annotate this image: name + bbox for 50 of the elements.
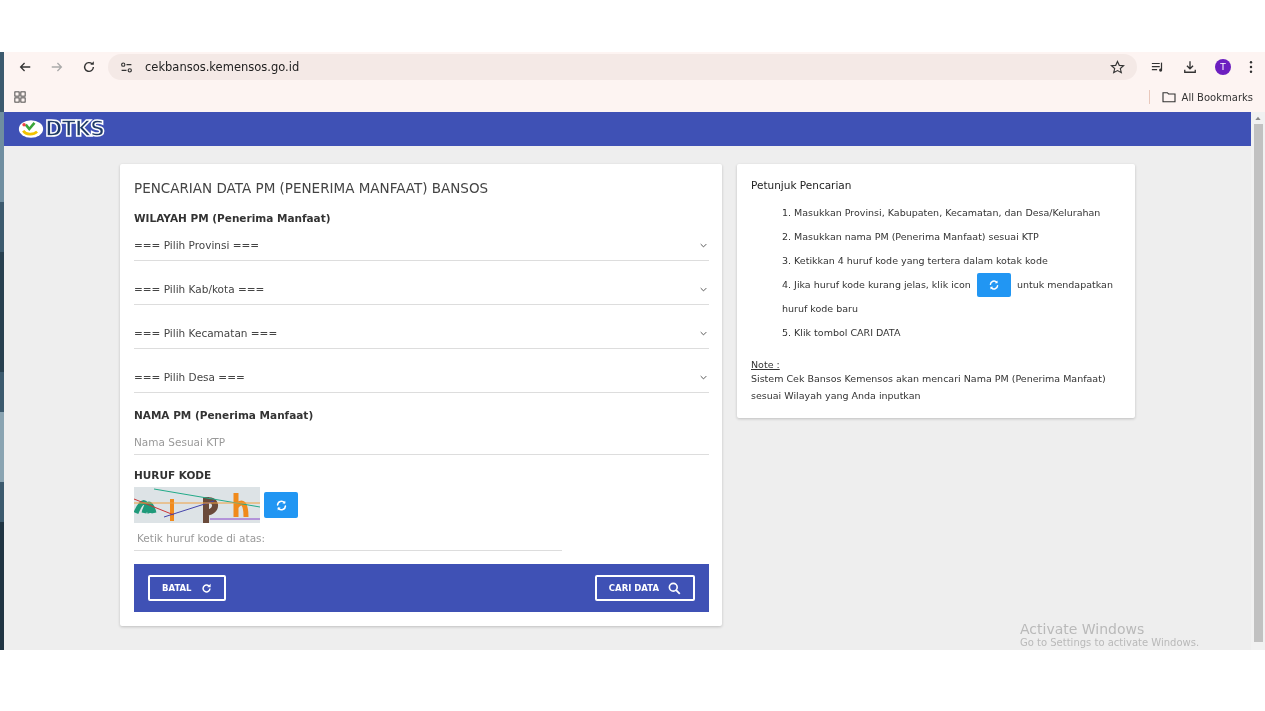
section-label: WILAYAH PM (Penerima Manfaat) bbox=[134, 212, 332, 224]
name-input[interactable]: Nama Sesuai KTP bbox=[134, 429, 709, 455]
bookmarks-button[interactable]: All Bookmarks bbox=[1161, 91, 1253, 103]
logo-icon bbox=[18, 119, 44, 139]
chevron-icon bbox=[700, 286, 707, 292]
select-field[interactable]: === Pilih Kab/kota === bbox=[134, 274, 709, 305]
folder-icon bbox=[1161, 91, 1176, 103]
section-label: HURUF KODE bbox=[134, 469, 213, 481]
code-input[interactable]: Ketik huruf kode di atas: bbox=[134, 525, 562, 551]
scroll-thumb[interactable] bbox=[1253, 124, 1263, 642]
step-text: huruf kode baru bbox=[781, 302, 858, 316]
star-icon[interactable] bbox=[1110, 59, 1125, 75]
step-text: 5. Klik tombol CARI DATA bbox=[782, 326, 901, 340]
chevron-icon bbox=[700, 242, 707, 248]
step-text: 1. Masukkan Provinsi, Kabupaten, Kecamatan, dan Desa/Kelurahan bbox=[782, 206, 1101, 220]
refresh-button[interactable] bbox=[264, 492, 298, 518]
profile-avatar[interactable]: T bbox=[1215, 59, 1231, 75]
cancel-button[interactable]: BATAL bbox=[148, 575, 226, 601]
select-field[interactable]: === Pilih Desa === bbox=[134, 362, 709, 393]
download-icon[interactable] bbox=[1183, 60, 1197, 74]
help-title: Petunjuk Pencarian bbox=[751, 179, 853, 191]
apps-icon[interactable] bbox=[14, 91, 26, 103]
refresh-icon bbox=[987, 279, 1000, 291]
url-text: cekbansos.kemensos.go.id bbox=[145, 60, 300, 74]
section-label: NAMA PM (Penerima Manfaat) bbox=[134, 409, 315, 421]
logo-text: DTKS bbox=[45, 117, 105, 141]
search-icon bbox=[668, 581, 681, 595]
chevron-icon bbox=[700, 374, 707, 380]
step-text: 2. Masukkan nama PM (Penerima Manfaat) sesuai KTP bbox=[782, 230, 1039, 244]
refresh-icon bbox=[200, 582, 212, 594]
refresh-button[interactable] bbox=[976, 273, 1011, 297]
select-field[interactable]: === Pilih Kecamatan === bbox=[134, 318, 709, 349]
refresh-icon bbox=[274, 498, 288, 512]
scrollbar[interactable] bbox=[1251, 112, 1265, 650]
step-text: 3. Ketikkan 4 huruf kode yang tertera dalam kotak kode bbox=[782, 254, 1048, 268]
media-icon[interactable] bbox=[1151, 60, 1165, 74]
step-text: untuk mendapatkan bbox=[1016, 278, 1113, 292]
reload-icon[interactable] bbox=[82, 60, 96, 74]
menu-icon[interactable] bbox=[1249, 60, 1253, 74]
address-bar[interactable]: cekbansos.kemensos.go.id bbox=[108, 54, 1137, 80]
step-text: 4. Jika huruf kode kurang jelas, klik icon bbox=[782, 278, 971, 292]
form-title: PENCARIAN DATA PM (PENERIMA MANFAAT) BANSOS bbox=[134, 180, 490, 196]
back-icon[interactable] bbox=[18, 60, 32, 74]
site-settings-icon[interactable] bbox=[120, 60, 133, 74]
search-button[interactable]: CARI DATA bbox=[594, 575, 695, 601]
note-label: Note : bbox=[751, 359, 781, 370]
select-field[interactable]: === Pilih Provinsi === bbox=[134, 230, 709, 261]
note-text: Sistem Cek Bansos Kemensos akan mencari Nama PM (Penerima Manfaat) sesuai Wilayah yang Anda inputkan bbox=[751, 372, 1107, 403]
chevron-icon bbox=[700, 330, 707, 336]
scroll-up-icon[interactable] bbox=[1255, 116, 1261, 120]
